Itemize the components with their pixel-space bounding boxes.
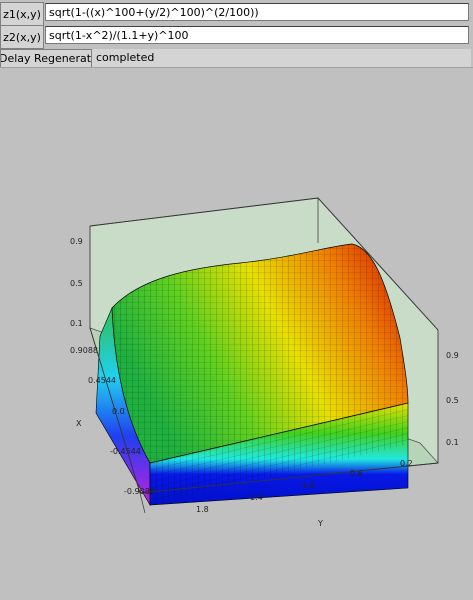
y-axis-label: Y bbox=[317, 519, 323, 528]
z-tick-label-right: 0.1 bbox=[446, 438, 459, 447]
x-tick-label: -0.9088 bbox=[124, 487, 155, 496]
surface-plot-canvas[interactable]: 0.9 0.5 0.1 0.9 0.5 0.1 0.9088 0.4544 0.… bbox=[0, 68, 473, 600]
delay-regeneration-button[interactable]: Delay Regeneration bbox=[0, 49, 92, 68]
z-tick-label: 0.5 bbox=[70, 279, 83, 288]
z2-formula-input[interactable]: sqrt(1-x^2)/(1.1+y)^100 bbox=[45, 26, 469, 44]
z1-formula-input[interactable]: sqrt(1-((x)^100+(y/2)^100)^(2/100)) bbox=[45, 3, 469, 21]
x-tick-label: 0.0 bbox=[112, 407, 125, 416]
x-tick-label: 0.4544 bbox=[88, 376, 116, 385]
z-tick-label-right: 0.9 bbox=[446, 351, 459, 360]
z-tick-label-right: 0.5 bbox=[446, 396, 459, 405]
x-axis-label: X bbox=[76, 419, 82, 428]
x-tick-label: -0.4544 bbox=[110, 447, 141, 456]
y-tick-label: 0.6 bbox=[350, 469, 363, 478]
y-tick-label: 1.0 bbox=[302, 481, 315, 490]
y-tick-label: 0.2 bbox=[400, 459, 413, 468]
z-tick-label: 0.1 bbox=[70, 319, 83, 328]
y-tick-label: 1.4 bbox=[250, 493, 263, 502]
z-tick-label: 0.9 bbox=[70, 237, 83, 246]
regeneration-status: completed bbox=[92, 49, 471, 67]
y-tick-label: 1.8 bbox=[196, 505, 209, 514]
x-tick-label: 0.9088 bbox=[70, 346, 98, 355]
z2-label: z2(x,y) bbox=[0, 25, 44, 49]
z1-label: z1(x,y) bbox=[0, 2, 44, 26]
